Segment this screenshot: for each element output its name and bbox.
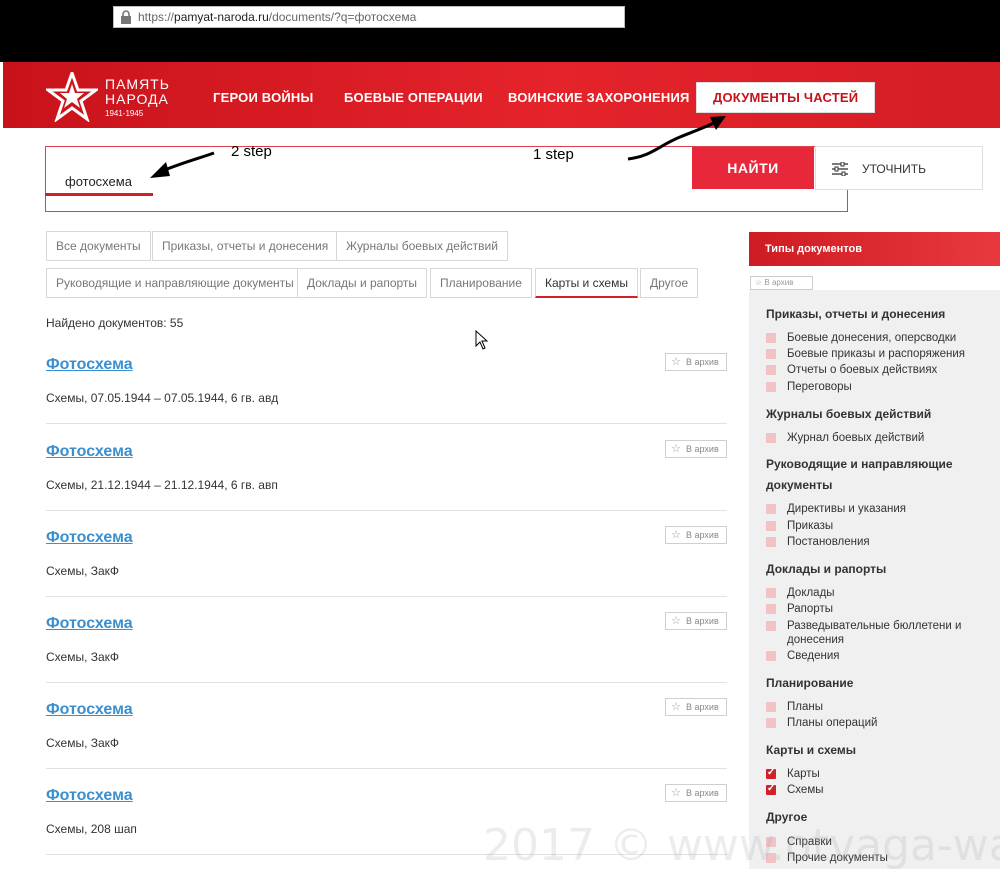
arrow-head-step-2 xyxy=(150,162,170,178)
watermark: 2017 © www.otvaga-war.lv xyxy=(483,820,1000,871)
arrow-step-1 xyxy=(627,120,717,161)
mouse-cursor-icon xyxy=(475,330,489,350)
annotation-arrows xyxy=(150,116,726,178)
arrow-step-2 xyxy=(159,151,215,174)
